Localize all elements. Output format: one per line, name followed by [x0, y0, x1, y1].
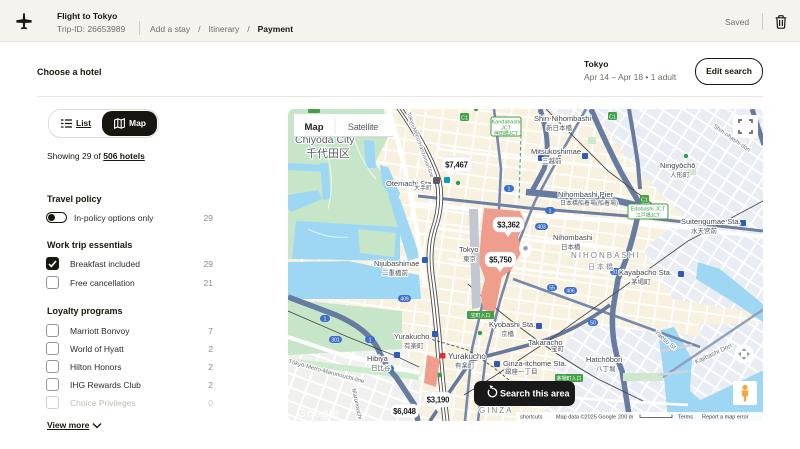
svg-text:Report a map error: Report a map error — [702, 415, 749, 421]
svg-text:Ginza-itchome Sta.: Ginza-itchome Sta. — [503, 359, 567, 368]
svg-text:二重橋前: 二重橋前 — [382, 268, 409, 277]
svg-text:有楽町: 有楽町 — [404, 341, 424, 350]
svg-text:有楽町: 有楽町 — [455, 361, 475, 370]
svg-text:銀座一丁目: 銀座一丁目 — [505, 367, 538, 376]
svg-text:$3,190: $3,190 — [427, 396, 451, 405]
svg-text:Shin-Nihombashi: Shin-Nihombashi — [534, 114, 591, 123]
svg-text:Google: Google — [297, 408, 340, 420]
svg-text:301: 301 — [331, 337, 340, 343]
svg-text:$3,362: $3,362 — [497, 221, 521, 230]
svg-text:新日本橋: 新日本橋 — [546, 123, 573, 132]
svg-text:三越前: 三越前 — [542, 156, 562, 165]
svg-text:日本橋船着場(船着場): 日本橋船着場(船着場) — [560, 199, 618, 207]
svg-text:八丁堀: 八丁堀 — [596, 364, 616, 373]
svg-text:千代田区: 千代田区 — [306, 147, 350, 160]
svg-text:409: 409 — [400, 296, 409, 302]
svg-text:神田橋JCT: 神田橋JCT — [494, 130, 518, 137]
svg-text:Map data ©2025 Google: Map data ©2025 Google — [556, 414, 616, 421]
svg-text:1: 1 — [508, 186, 511, 192]
svg-text:Edobashi JCT: Edobashi JCT — [631, 207, 666, 213]
svg-text:京橋: 京橋 — [501, 329, 515, 338]
svg-text:Tokyo: Tokyo — [459, 245, 479, 254]
svg-text:NIHONBASHI: NIHONBASHI — [571, 251, 641, 260]
svg-text:宝町入口: 宝町入口 — [470, 312, 490, 319]
svg-text:Hatchōbori: Hatchōbori — [586, 355, 623, 364]
svg-text:55: 55 — [549, 285, 555, 291]
svg-text:1: 1 — [324, 316, 327, 322]
svg-text:宝町: 宝町 — [551, 344, 565, 353]
svg-text:Yurakucho: Yurakucho — [394, 332, 429, 341]
svg-text:Nijubashimae: Nijubashimae — [374, 259, 419, 268]
svg-text:大手町: 大手町 — [414, 184, 432, 192]
svg-text:Terms: Terms — [678, 415, 693, 421]
svg-text:茅場町入口: 茅場町入口 — [556, 375, 581, 382]
svg-text:1: 1 — [369, 337, 372, 343]
svg-text:$6,048: $6,048 — [393, 407, 417, 416]
svg-text:$7,467: $7,467 — [445, 161, 468, 170]
svg-text:C1: C1 — [609, 114, 616, 120]
svg-text:$5,750: $5,750 — [489, 256, 513, 265]
svg-text:406: 406 — [566, 288, 575, 294]
svg-text:江戸橋JCT: 江戸橋JCT — [636, 212, 660, 219]
svg-text:Kyobashi Sta.: Kyobashi Sta. — [489, 320, 535, 329]
svg-text:Suitengumae Sta.: Suitengumae Sta. — [681, 217, 741, 226]
svg-text:Search this area: Search this area — [500, 389, 571, 399]
svg-text:C1: C1 — [461, 115, 468, 121]
svg-text:水天宮前: 水天宮前 — [691, 226, 718, 235]
svg-text:403: 403 — [537, 224, 546, 230]
svg-text:Satellite: Satellite — [348, 122, 378, 132]
svg-text:Ningyōchō: Ningyōchō — [660, 161, 695, 170]
svg-text:1: 1 — [549, 208, 552, 214]
svg-text:人形町: 人形町 — [670, 171, 690, 179]
svg-text:日比谷: 日比谷 — [371, 363, 391, 372]
svg-text:50: 50 — [590, 320, 596, 326]
svg-text:茅場町: 茅場町 — [631, 277, 651, 286]
svg-text:Nihombashi Pier: Nihombashi Pier — [558, 190, 614, 199]
svg-text:東京: 東京 — [463, 254, 477, 263]
svg-text:Yurakucho: Yurakucho — [448, 352, 486, 361]
svg-text:C1: C1 — [641, 197, 648, 203]
svg-text:Map: Map — [305, 122, 324, 133]
svg-text:Nihombashi: Nihombashi — [553, 233, 593, 242]
svg-text:日本橋: 日本橋 — [561, 242, 581, 251]
svg-text:日本橋: 日本橋 — [588, 262, 615, 271]
svg-text:shortcuts: shortcuts — [520, 415, 543, 421]
svg-text:Hibiya: Hibiya — [367, 354, 389, 363]
svg-text:200 m: 200 m — [618, 415, 634, 421]
svg-text:Mitsukoshimae: Mitsukoshimae — [531, 147, 581, 156]
svg-text:Kayabacho Sta.: Kayabacho Sta. — [619, 268, 672, 277]
svg-text:GINZA: GINZA — [479, 406, 513, 415]
